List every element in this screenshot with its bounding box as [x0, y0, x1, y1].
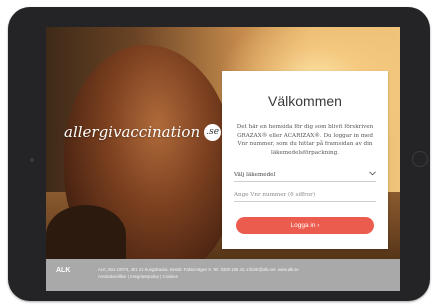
intro-text: Det här en hemsida för dig som blivit fö… [236, 124, 374, 156]
medicine-select[interactable]: Välj läkemedel [234, 170, 376, 182]
medicine-select-label: Välj läkemedel [234, 172, 276, 178]
footer-links[interactable]: Användarvillkor | Integritetspolicy | Co… [98, 274, 178, 279]
alk-logo: ALK [56, 267, 71, 274]
web-page: allergivaccination .se Välkommen Det här… [46, 27, 400, 291]
hero-image: allergivaccination .se Välkommen Det här… [46, 27, 400, 259]
page-title: Välkommen [268, 93, 342, 109]
footer-address: ALK, Box 10073, 401 21 Kungsbacka. Besök… [98, 267, 299, 272]
logo-text: allergivaccination [64, 123, 201, 141]
camera-icon [30, 158, 34, 162]
login-button[interactable]: Logga in › [236, 217, 374, 234]
woman-shoulder-image [46, 205, 126, 259]
chevron-down-icon [369, 171, 376, 176]
vnr-number-input[interactable] [234, 189, 376, 202]
login-card: Välkommen Det här en hemsida för dig som… [222, 71, 388, 249]
site-logo[interactable]: allergivaccination .se [64, 123, 222, 141]
home-button[interactable] [412, 151, 428, 167]
logo-badge: .se [204, 123, 222, 141]
footer: ALK ALK, Box 10073, 401 21 Kungsbacka. B… [46, 259, 400, 291]
